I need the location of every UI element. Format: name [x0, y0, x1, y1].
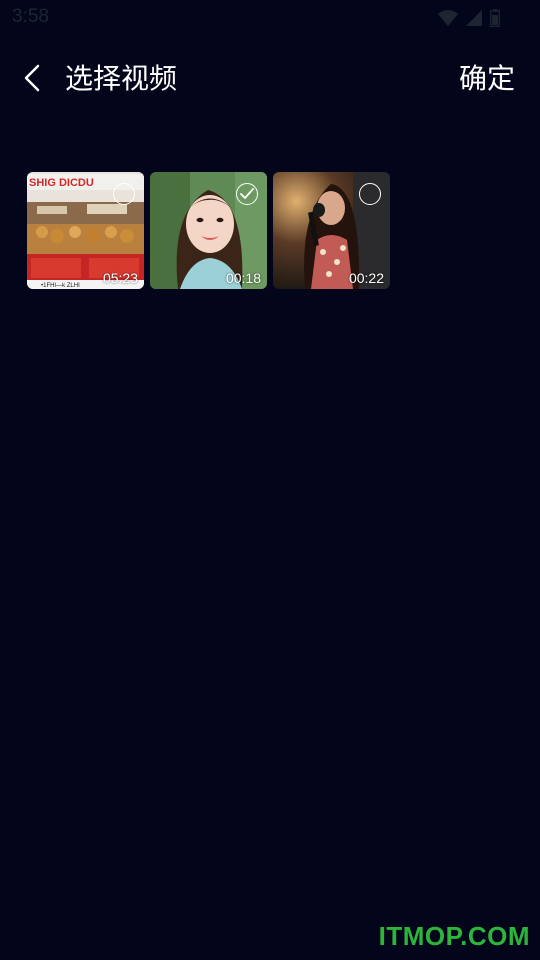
- select-checkbox[interactable]: [113, 183, 135, 205]
- watermark: ITMOP.COM: [378, 921, 530, 951]
- select-checkbox[interactable]: [359, 183, 381, 205]
- thumbnail-subtitle-text: •1FHI—k ZLHI: [41, 283, 80, 289]
- video-grid: SHIG DICDU •1FHI—k ZLHI 05:23 00:18 00:2…: [27, 172, 390, 289]
- page-title: 选择视频: [65, 62, 178, 95]
- back-button[interactable]: [14, 58, 50, 98]
- video-tile[interactable]: SHIG DICDU •1FHI—k ZLHI 05:23: [27, 172, 144, 289]
- video-duration: 05:23: [102, 270, 138, 286]
- signal-icon: [466, 10, 482, 26]
- battery-icon: [490, 9, 500, 27]
- thumbnail-sign-text: SHIG DICDU: [29, 177, 94, 189]
- video-duration: 00:18: [225, 270, 261, 286]
- select-checkbox-checked[interactable]: [236, 183, 258, 205]
- app-header: 选择视频 确定: [0, 50, 540, 110]
- video-tile[interactable]: 00:22: [273, 172, 390, 289]
- confirm-button[interactable]: 确定: [459, 61, 515, 97]
- checkmark-icon: [240, 188, 254, 199]
- video-duration: 00:22: [348, 270, 384, 286]
- chevron-left-icon: [24, 64, 40, 92]
- status-icons: [438, 9, 500, 27]
- status-time: 3:58: [12, 6, 49, 27]
- wifi-icon: [438, 10, 458, 26]
- video-tile[interactable]: 00:18: [150, 172, 267, 289]
- status-bar: 3:58: [0, 0, 540, 36]
